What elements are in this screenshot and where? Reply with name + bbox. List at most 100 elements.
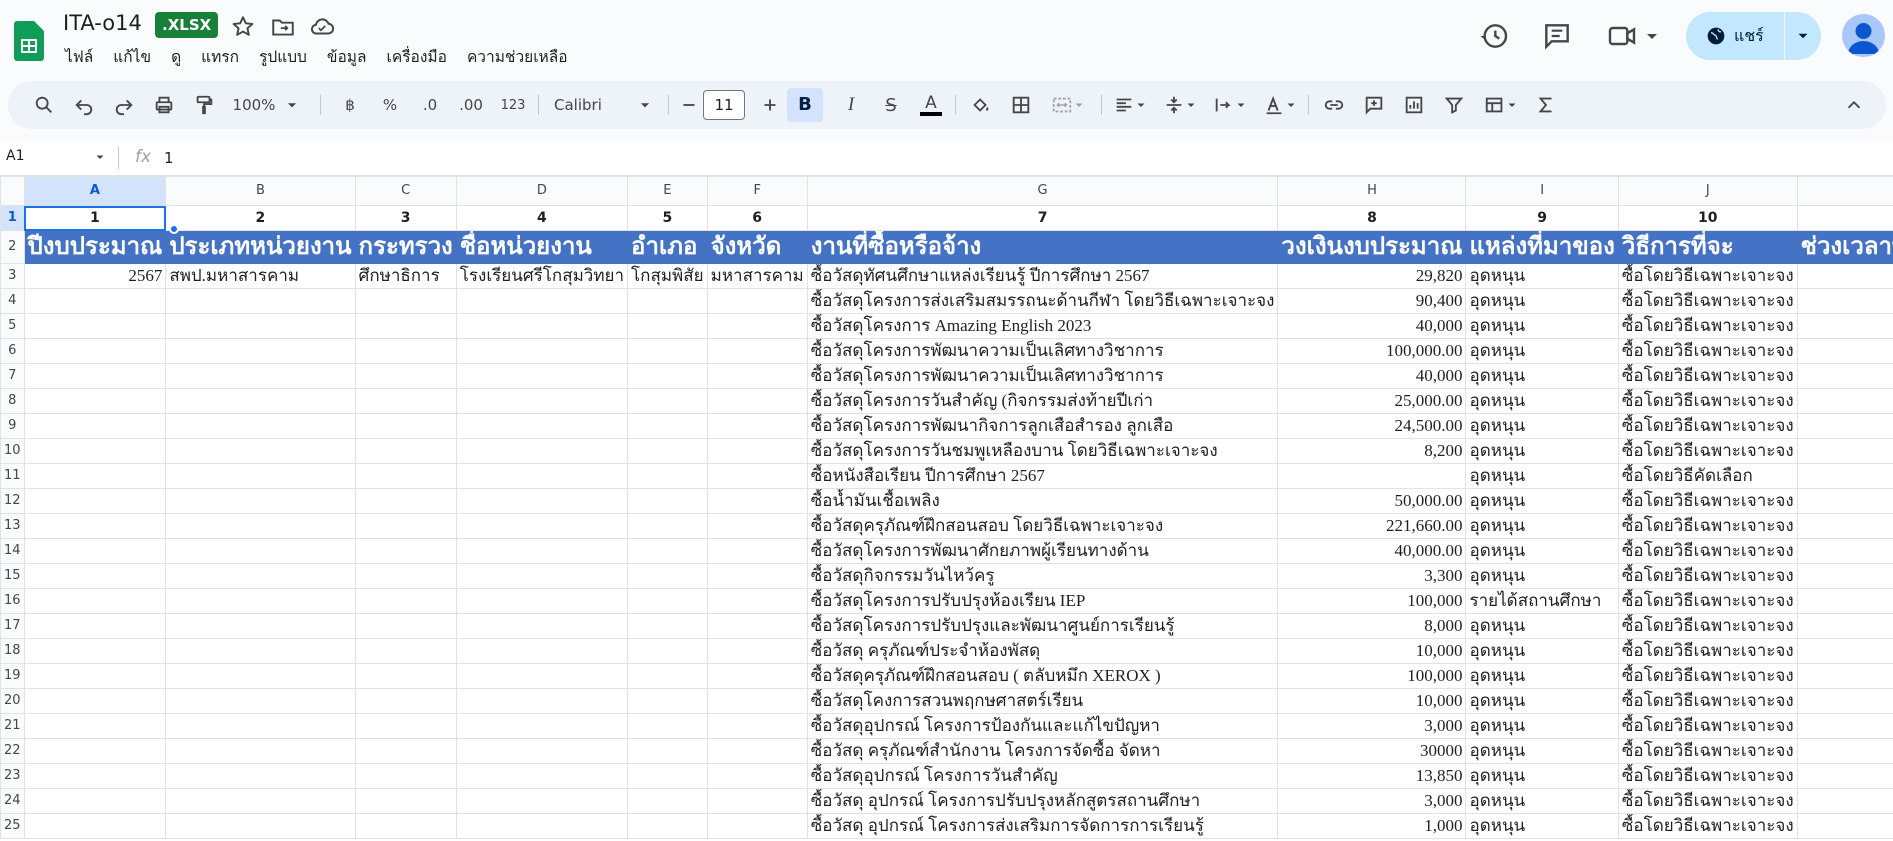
cell[interactable]: อุดหนุน: [1465, 638, 1619, 664]
cell[interactable]: [706, 388, 808, 414]
cell[interactable]: อุดหนุน: [1465, 538, 1619, 564]
cell[interactable]: [165, 738, 356, 764]
cell[interactable]: อุดหนุน: [1465, 613, 1619, 639]
cell[interactable]: 2-ก.ค.-67: [1796, 788, 1893, 814]
cell[interactable]: ซื้อโดยวิธีเฉพาะเจาะจง: [1617, 563, 1798, 589]
row-header[interactable]: 22: [0, 738, 25, 764]
row-header[interactable]: 9: [0, 413, 25, 439]
insert-chart-button[interactable]: [1398, 89, 1430, 121]
cell[interactable]: 2-ก.ค.-67: [1796, 738, 1893, 764]
row-header[interactable]: 1: [0, 205, 25, 231]
cell[interactable]: [627, 363, 708, 389]
cell[interactable]: [23, 363, 167, 389]
chevron-down-icon[interactable]: [94, 151, 106, 163]
cell[interactable]: ซื้อวัสดุอุปกรณ์ โครงการวันสำคัญ: [806, 763, 1279, 789]
cell[interactable]: ซื้อโดยวิธีเฉพาะเจาะจง: [1617, 288, 1798, 314]
cell[interactable]: [354, 738, 457, 764]
cell[interactable]: [627, 338, 708, 364]
redo-button[interactable]: [108, 89, 140, 121]
cell[interactable]: [354, 613, 457, 639]
cell[interactable]: [627, 563, 708, 589]
cell[interactable]: อุดหนุน: [1465, 313, 1619, 339]
cell[interactable]: ซื้อวัสดุโครงการ Amazing English 2023: [806, 313, 1279, 339]
cell[interactable]: 29,820: [1277, 263, 1467, 289]
cell[interactable]: [706, 813, 808, 839]
cell[interactable]: [706, 488, 808, 514]
cell[interactable]: 221,660.00: [1277, 513, 1467, 539]
document-title[interactable]: ITA-o14: [63, 11, 142, 35]
cell[interactable]: [354, 713, 457, 739]
cell-header-title[interactable]: ช่วงเวลาที่คาดว่าจะ: [1796, 230, 1893, 264]
cell[interactable]: [627, 763, 708, 789]
cell[interactable]: อุดหนุน: [1465, 688, 1619, 714]
cell[interactable]: ซื้อโดยวิธีเฉพาะเจาะจง: [1617, 613, 1798, 639]
cell[interactable]: [706, 763, 808, 789]
column-header-D[interactable]: D: [455, 176, 629, 206]
cell[interactable]: ซื้อโดยวิธีเฉพาะเจาะจง: [1617, 263, 1798, 289]
cell[interactable]: [23, 588, 167, 614]
cell[interactable]: อุดหนุน: [1465, 463, 1619, 489]
cell[interactable]: [455, 663, 629, 689]
cell[interactable]: อุดหนุน: [1465, 388, 1619, 414]
functions-button[interactable]: [1530, 89, 1562, 121]
cell[interactable]: ซื้อวัสดุทัศนศึกษาแหล่งเรียนรู้ ปีการศึก…: [806, 263, 1279, 289]
cell[interactable]: 30000: [1277, 738, 1467, 764]
font-family-select[interactable]: Calibri: [548, 89, 658, 121]
meet-dropdown-icon[interactable]: [1640, 24, 1664, 48]
cell[interactable]: 25,000.00: [1277, 388, 1467, 414]
cell[interactable]: 3,000: [1277, 788, 1467, 814]
cell[interactable]: 8,000: [1277, 613, 1467, 639]
cell-header-number[interactable]: 4: [455, 205, 629, 231]
cell[interactable]: ซื้อโดยวิธีเฉพาะเจาะจง: [1617, 688, 1798, 714]
cell[interactable]: 24,500.00: [1277, 413, 1467, 439]
cell[interactable]: 27-ก.พ.-2567: [1796, 413, 1893, 439]
cell[interactable]: ซื้อโดยวิธีเฉพาะเจาะจง: [1617, 638, 1798, 664]
cell[interactable]: [706, 638, 808, 664]
cell[interactable]: 10,000: [1277, 638, 1467, 664]
row-header[interactable]: 17: [0, 613, 25, 639]
cell[interactable]: อุดหนุน: [1465, 288, 1619, 314]
cell[interactable]: ซื้อโดยวิธีเฉพาะเจาะจง: [1617, 363, 1798, 389]
cell[interactable]: อุดหนุน: [1465, 788, 1619, 814]
cell-header-number[interactable]: 7: [806, 205, 1279, 231]
cell[interactable]: มหาสารคาม: [706, 263, 808, 289]
cell[interactable]: [706, 688, 808, 714]
increase-decimal-button[interactable]: .00: [454, 89, 488, 121]
cell[interactable]: [706, 413, 808, 439]
cell[interactable]: 07-พ.ย.-2566: [1796, 288, 1893, 314]
cell[interactable]: 27-มิ.ย.-67: [1796, 538, 1893, 564]
cell[interactable]: [455, 288, 629, 314]
cell[interactable]: [627, 488, 708, 514]
collapse-toolbar-button[interactable]: [1838, 89, 1870, 121]
cell-header-number[interactable]: 3: [354, 205, 457, 231]
cell[interactable]: [706, 338, 808, 364]
cell[interactable]: ซื้อวัสดุโครงการพัฒนาความเป็นเลิศทางวิชา…: [806, 363, 1279, 389]
cell[interactable]: อุดหนุน: [1465, 763, 1619, 789]
cell[interactable]: ซื้อวัสดุโครงการพัฒนาความเป็นเลิศทางวิชา…: [806, 338, 1279, 364]
cell[interactable]: [354, 638, 457, 664]
column-header-E[interactable]: E: [627, 176, 708, 206]
cell[interactable]: [165, 563, 356, 589]
cell[interactable]: ซื้อวัสดุโครงการพัฒนากิจการลูกเสือสำรอง …: [806, 413, 1279, 439]
cell[interactable]: [23, 538, 167, 564]
cell-header-number[interactable]: 5: [627, 205, 708, 231]
column-header-F[interactable]: F: [706, 176, 808, 206]
number-format-button[interactable]: 123: [495, 89, 531, 121]
font-size-increase-button[interactable]: [756, 89, 784, 121]
cell[interactable]: [354, 763, 457, 789]
cell[interactable]: [23, 613, 167, 639]
menu-edit[interactable]: แก้ไข: [103, 45, 161, 69]
cell[interactable]: [23, 638, 167, 664]
cell[interactable]: โกสุมพิสัย: [627, 263, 708, 289]
cell[interactable]: [455, 388, 629, 414]
menu-file[interactable]: ไฟล์: [55, 45, 103, 69]
cell[interactable]: [706, 363, 808, 389]
cell[interactable]: [354, 538, 457, 564]
font-size-decrease-button[interactable]: [675, 89, 703, 121]
column-header-K[interactable]: K: [1796, 176, 1893, 206]
cell[interactable]: [627, 588, 708, 614]
cell[interactable]: [354, 313, 457, 339]
cell[interactable]: [706, 788, 808, 814]
cell[interactable]: ซื้อวัสดุ ครุภัณฑ์ประจำห้องพัสดุ: [806, 638, 1279, 664]
cell[interactable]: [455, 763, 629, 789]
